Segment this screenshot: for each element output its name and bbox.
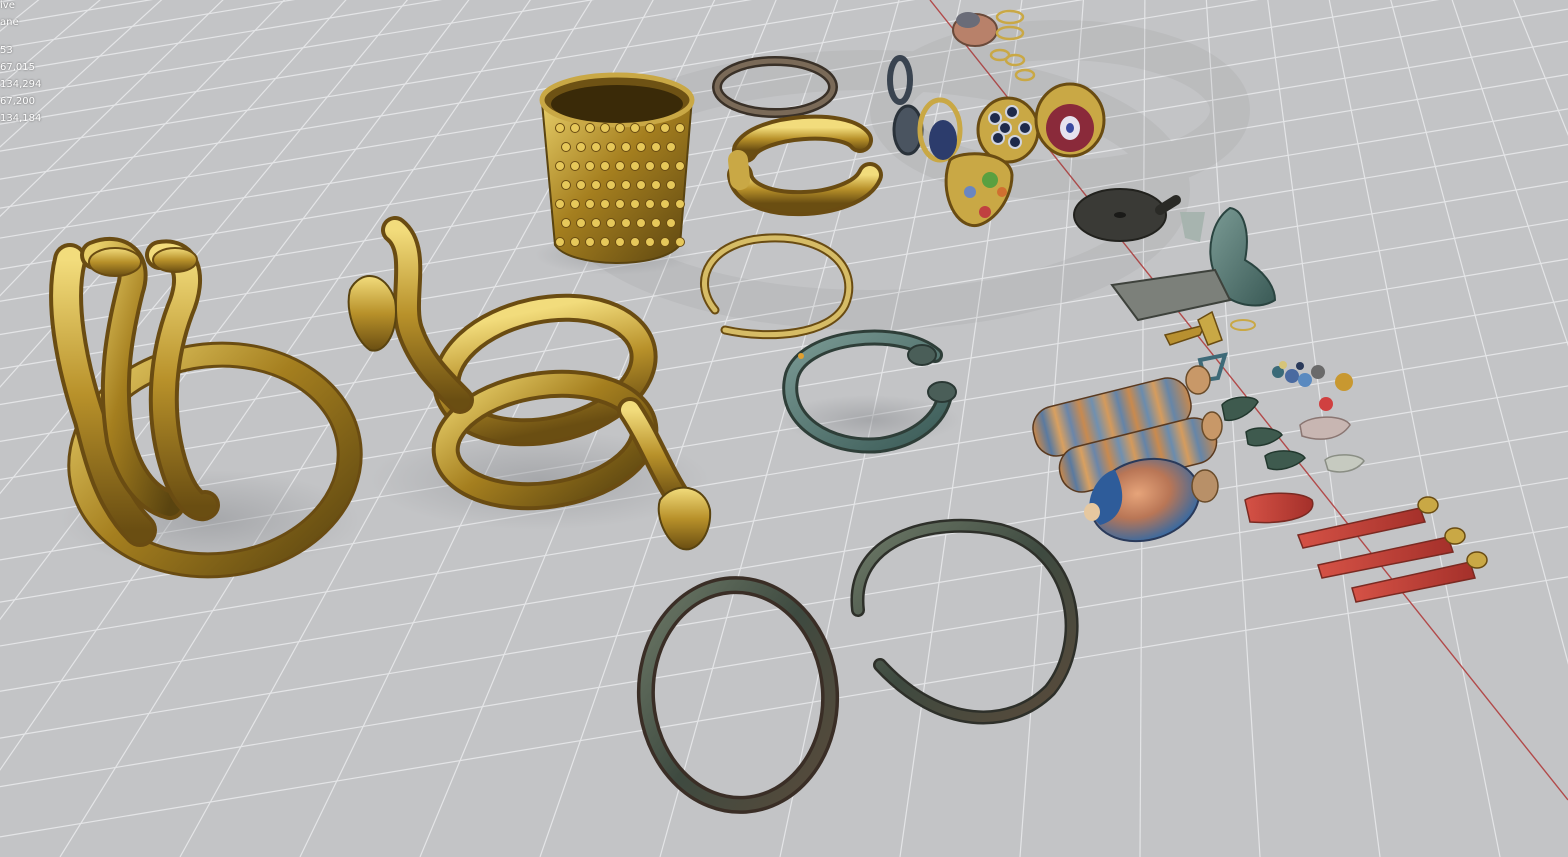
- scene-canvas[interactable]: [0, 0, 1568, 857]
- 3d-viewport[interactable]: ive ane 53 67,015 134,294 67,200 134,184: [0, 0, 1568, 857]
- gold-beaded-cuff-bracelet[interactable]: [535, 72, 695, 275]
